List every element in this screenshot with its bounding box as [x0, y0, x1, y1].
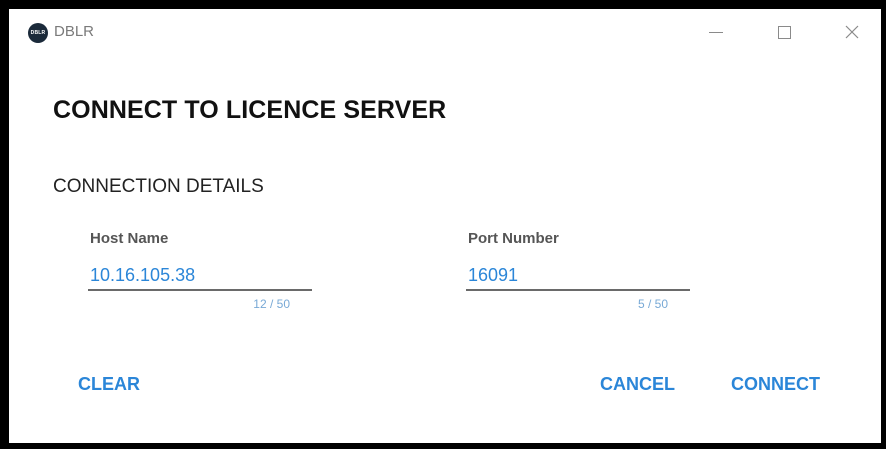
port-number-counter: 5 / 50: [637, 297, 668, 311]
maximize-icon: [777, 25, 791, 39]
cancel-button[interactable]: CANCEL: [600, 374, 675, 395]
host-name-field: Host Name 12 / 50: [88, 230, 312, 311]
close-icon: [845, 25, 859, 39]
maximize-button[interactable]: [761, 9, 807, 55]
port-number-input[interactable]: [466, 265, 690, 291]
port-number-field: Port Number 5 / 50: [466, 230, 690, 311]
host-name-input[interactable]: [88, 265, 312, 291]
port-number-label: Port Number: [468, 230, 559, 247]
window-title: DBLR: [54, 23, 95, 40]
connect-button[interactable]: CONNECT: [731, 374, 820, 395]
minimize-icon: [709, 31, 723, 33]
dialog-heading: CONNECT TO LICENCE SERVER: [53, 96, 447, 124]
title-bar: DBLR DBLR: [9, 9, 881, 55]
section-title: CONNECTION DETAILS: [53, 176, 264, 197]
host-name-counter: 12 / 50: [253, 297, 290, 311]
close-button[interactable]: [829, 9, 875, 55]
app-logo-icon: DBLR: [28, 23, 48, 43]
host-name-label: Host Name: [90, 230, 169, 247]
minimize-button[interactable]: [693, 9, 739, 55]
clear-button[interactable]: CLEAR: [78, 374, 140, 395]
